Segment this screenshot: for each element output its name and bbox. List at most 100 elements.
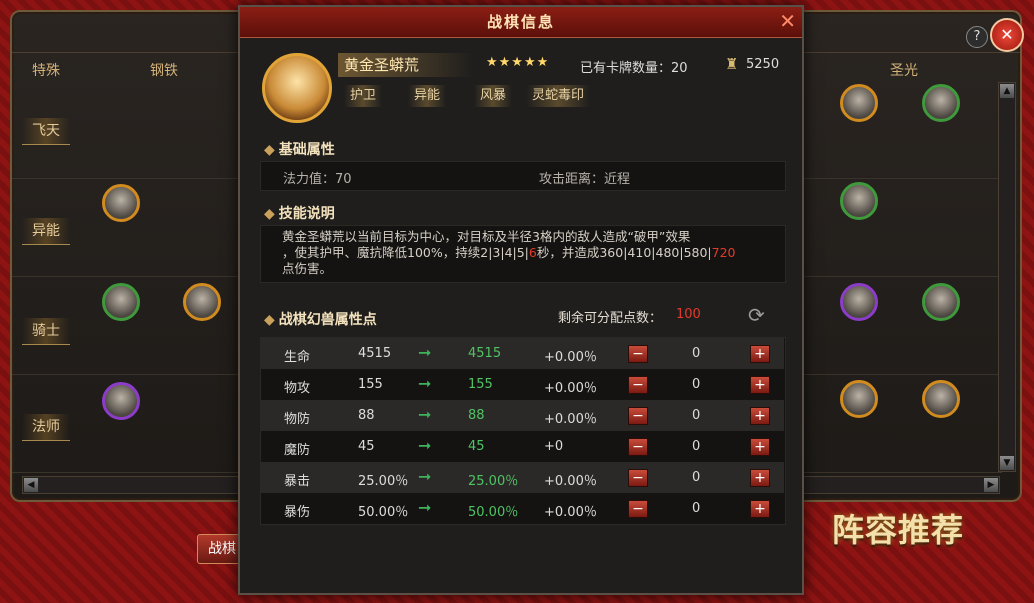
stat-percent: +0 [544, 439, 564, 454]
stats-title: ◆ 战棋幻兽属性点 [264, 309, 377, 329]
close-icon[interactable]: ✕ [779, 11, 796, 31]
attack-range: 攻击距离：近程 [539, 172, 631, 187]
trait-tag: 异能 [408, 85, 447, 107]
stat-name: 暴伤 [284, 505, 311, 520]
increase-button[interactable]: + [750, 407, 770, 425]
stat-row-pdef: 物防 88 ➞ 88 +0.00％ − 0 + [260, 400, 784, 431]
stat-percent: +0.00％ [544, 505, 597, 520]
stat-base: 88 [358, 408, 375, 423]
stat-base: 4515 [358, 346, 392, 361]
skill-description: 黄金圣蟒荒以当前目标为中心，对目标及半径3格内的敌人造成“破甲”效果 ，使其护甲… [282, 229, 768, 277]
stat-points: 0 [692, 408, 701, 423]
increase-button[interactable]: + [750, 438, 770, 456]
stat-name: 生命 [284, 350, 311, 365]
diamond-icon: ◆ [264, 142, 275, 158]
stat-base: 155 [358, 377, 383, 392]
skill-text: ，使其护甲、魔抗降低100%，持续2|3|4|5| [282, 245, 529, 260]
lineup-recommend-button[interactable]: 阵容推荐 [832, 505, 964, 551]
arrow-right-icon: ➞ [418, 467, 432, 486]
decrease-button[interactable]: − [628, 376, 648, 394]
hero-portrait-icon[interactable] [102, 184, 140, 222]
reset-points-icon[interactable]: ⟳ [748, 303, 765, 327]
row-label-flying: 飞天 [22, 118, 70, 145]
scroll-down-icon[interactable]: ▼ [999, 455, 1015, 471]
diamond-icon: ◆ [264, 312, 275, 328]
stat-new: 50.00％ [468, 505, 519, 520]
row-label-knight: 骑士 [22, 318, 70, 345]
scroll-right-icon[interactable]: ▶ [983, 477, 999, 493]
skill-line-2: ，使其护甲、魔抗降低100%，持续2|3|4|5|6秒，并造成360|410|4… [282, 245, 768, 261]
stat-percent: +0.00％ [544, 474, 597, 489]
row-label-psychic: 异能 [22, 218, 70, 245]
stat-base: 50.00％ [358, 505, 409, 520]
increase-button[interactable]: + [750, 500, 770, 518]
stat-base: 45 [358, 439, 375, 454]
stat-row-hp: 生命 4515 ➞ 4515 +0.00％ − 0 + [260, 338, 784, 369]
stat-base: 25.00％ [358, 474, 409, 489]
skill-title: ◆ 技能说明 [264, 203, 335, 223]
stat-name: 暴击 [284, 474, 311, 489]
stat-new: 25.00％ [468, 474, 519, 489]
hero-portrait-icon[interactable] [840, 380, 878, 418]
increase-button[interactable]: + [750, 469, 770, 487]
main-close-icon[interactable]: ✕ [990, 18, 1024, 52]
arrow-right-icon: ➞ [418, 374, 432, 393]
star-rating: ★★★★★ [486, 55, 550, 70]
decrease-button[interactable]: − [628, 500, 648, 518]
decrease-button[interactable]: − [628, 407, 648, 425]
gold-icon: ♜ [725, 55, 739, 73]
stats-title-text: 战棋幻兽属性点 [278, 312, 377, 328]
remaining-points-label: 剩余可分配点数： [558, 311, 663, 326]
stat-name: 物防 [284, 412, 311, 427]
stat-new: 155 [468, 377, 493, 392]
stat-points: 0 [692, 439, 701, 454]
scroll-up-icon[interactable]: ▲ [999, 83, 1015, 99]
hero-portrait-icon[interactable] [922, 380, 960, 418]
remaining-points-value: 100 [676, 307, 701, 322]
skill-highlight: 6 [528, 245, 537, 260]
basic-attr-box: 法力值：70 攻击距离：近程 [260, 161, 786, 191]
skill-title-text: 技能说明 [278, 206, 335, 222]
hero-portrait-icon[interactable] [102, 382, 140, 420]
stat-row-patk: 物攻 155 ➞ 155 +0.00％ − 0 + [260, 369, 784, 400]
skill-line-1: 黄金圣蟒荒以当前目标为中心，对目标及半径3格内的敌人造成“破甲”效果 [282, 229, 691, 244]
column-header-special: 特殊 [32, 63, 60, 79]
skill-highlight: 720 [711, 245, 736, 260]
diamond-icon: ◆ [264, 206, 275, 222]
hero-portrait-icon[interactable] [183, 283, 221, 321]
skill-text: 秒，并造成360|410|480|580| [536, 245, 712, 260]
stat-row-crit: 暴击 25.00％ ➞ 25.00％ +0.00％ − 0 + [260, 462, 784, 493]
increase-button[interactable]: + [750, 376, 770, 394]
hero-portrait-icon[interactable] [840, 84, 878, 122]
trait-tag: 风暴 [474, 85, 513, 107]
column-header-holy: 圣光 [890, 63, 918, 79]
vertical-scrollbar[interactable]: ▲ ▼ [998, 82, 1016, 472]
trait-tag: 灵蛇毒印 [526, 85, 591, 107]
skill-line-3: 点伤害。 [282, 261, 333, 276]
mana-value: 法力值：70 [283, 172, 352, 187]
scroll-left-icon[interactable]: ◀ [23, 477, 39, 493]
row-label-mage: 法师 [22, 414, 70, 441]
hero-portrait-icon[interactable] [922, 84, 960, 122]
decrease-button[interactable]: − [628, 345, 648, 363]
stat-points: 0 [692, 470, 701, 485]
stat-percent: +0.00％ [544, 412, 597, 427]
decrease-button[interactable]: − [628, 438, 648, 456]
stat-name: 魔防 [284, 443, 311, 458]
hero-portrait-icon[interactable] [840, 283, 878, 321]
gold-value: 5250 [746, 57, 780, 72]
basic-attr-title-text: 基础属性 [278, 142, 335, 158]
arrow-right-icon: ➞ [418, 343, 432, 362]
arrow-right-icon: ➞ [418, 436, 432, 455]
help-icon[interactable]: ? [966, 26, 988, 48]
increase-button[interactable]: + [750, 345, 770, 363]
arrow-right-icon: ➞ [418, 405, 432, 424]
hero-portrait-icon[interactable] [102, 283, 140, 321]
stat-new: 88 [468, 408, 485, 423]
stat-percent: +0.00％ [544, 350, 597, 365]
hero-portrait-icon[interactable] [840, 182, 878, 220]
hero-portrait-icon[interactable] [922, 283, 960, 321]
decrease-button[interactable]: − [628, 469, 648, 487]
stat-percent: +0.00％ [544, 381, 597, 396]
stat-points: 0 [692, 501, 701, 516]
